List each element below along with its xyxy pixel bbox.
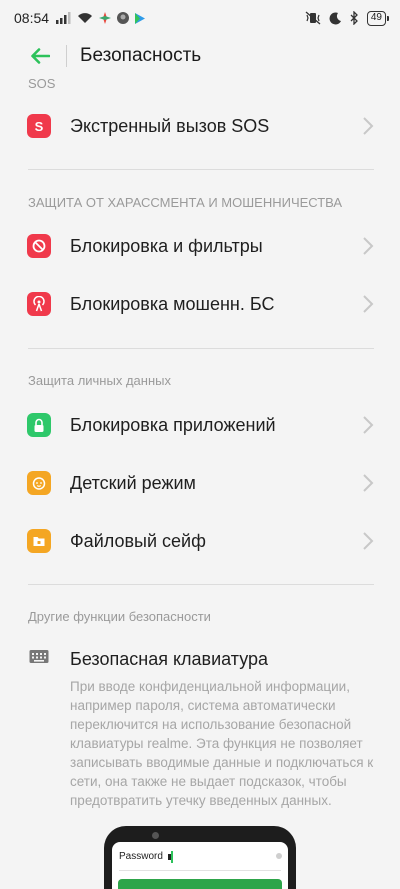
wifi-icon [78,13,93,23]
play-store-icon [135,12,146,24]
secure-keyboard-title: Безопасная клавиатура [70,649,269,669]
lock-icon [27,413,51,437]
list-item-file-safe[interactable]: Файловый сейф [0,512,400,570]
status-bar: 08:54 49 [0,0,400,36]
list-item-label: Файловый сейф [70,530,206,551]
input-underline [119,870,281,871]
text-cursor [171,851,173,863]
battery-indicator: 49 [366,10,390,26]
signal-icon [56,12,71,24]
list-item-sos-call[interactable]: S Экстренный вызов SOS [0,97,400,155]
phone-camera [152,832,159,839]
app-notification-icon [99,12,112,24]
status-time: 08:54 [14,10,50,26]
section-label-privacy: Защита личных данных [28,373,171,388]
divider [28,584,374,585]
sos-icon: S [27,114,51,138]
kid-face-icon [27,471,51,495]
page-title: Безопасность [80,45,202,66]
list-item-fraud-tower-block[interactable]: Блокировка мошенн. БС [0,275,400,333]
fraud-tower-icon [27,292,51,316]
divider [28,348,374,349]
back-button[interactable] [26,42,54,70]
chevron-right-icon [363,416,374,434]
secure-keyboard-illustration: Password [104,826,296,889]
phone-screen: Password [112,842,288,889]
chevron-right-icon [363,237,374,255]
bluetooth-icon [350,11,358,25]
block-icon [27,234,51,258]
chevron-right-icon [363,117,374,135]
list-item-label: Блокировка и фильтры [70,235,263,256]
section-label-other: Другие функции безопасности [28,609,211,624]
section-label-sos: SOS [28,76,56,91]
list-item-label: Детский режим [70,472,196,493]
list-item-app-lock[interactable]: Блокировка приложений [0,396,400,454]
vibrate-icon [305,11,321,25]
list-item-kid-mode[interactable]: Детский режим [0,454,400,512]
chevron-right-icon [363,295,374,313]
divider [28,169,374,170]
list-item-label: Блокировка мошенн. БС [70,293,275,314]
keyboard-icon [29,650,49,663]
file-safe-icon [27,529,51,553]
list-item-label: Экстренный вызов SOS [70,115,270,136]
header-divider [66,45,67,67]
back-arrow-icon [31,48,50,64]
list-item-block-filters[interactable]: Блокировка и фильтры [0,217,400,275]
do-not-disturb-moon-icon [329,11,341,24]
password-label: Password [119,851,163,862]
list-item-label: Блокировка приложений [70,414,276,435]
chevron-right-icon [363,532,374,550]
chevron-right-icon [363,474,374,492]
app-header: Безопасность [0,36,400,76]
settings-list[interactable]: SOS S Экстренный вызов SOS ЗАЩИТА ОТ ХАР… [0,76,400,889]
avatar-notification-icon [117,12,130,24]
section-label-harassment: ЗАЩИТА ОТ ХАРАССМЕНТА И МОШЕННИЧЕСТВА [28,195,343,210]
secure-keyboard-description: При вводе конфиденциальной информации, н… [70,679,374,808]
illustration-button [118,879,282,889]
clear-icon [276,853,282,859]
